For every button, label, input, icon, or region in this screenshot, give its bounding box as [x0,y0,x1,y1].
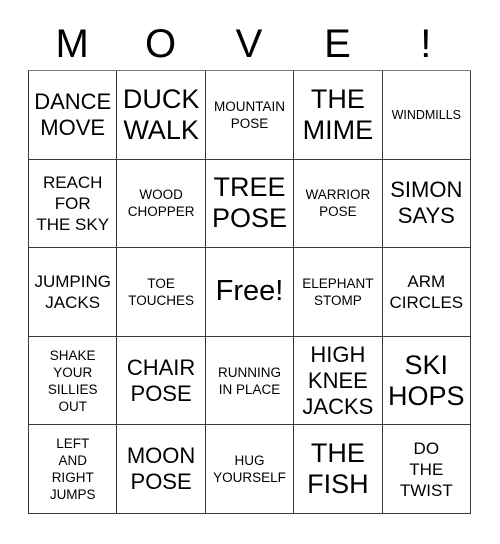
bingo-cell-label: SKI HOPS [388,349,465,411]
bingo-cell[interactable]: HIGH KNEE JACKS [294,336,383,426]
bingo-cell-label: DANCE MOVE [34,88,112,140]
bingo-cell-label: WINDMILLS [391,107,462,122]
bingo-header-letter: E [324,22,351,66]
bingo-cell[interactable]: ELEPHANT STOMP [294,248,383,337]
bingo-cell-label: TOE TOUCHES [128,275,194,308]
bingo-header-letter: O [145,22,177,66]
bingo-cell-label: ELEPHANT STOMP [302,275,374,308]
bingo-card: M O V E! DANCE MOVE DUCK WALK MOUNTAIN POSE TH… [0,0,500,544]
bingo-cell-label: WOOD CHOPPER [127,187,195,220]
bingo-header-letter: M [55,22,89,66]
bingo-cell-label: LEFT AND RIGHT JUMPS [49,436,96,503]
bingo-cell[interactable]: LEFT AND RIGHT JUMPS [29,425,118,514]
bingo-cell-label: SHAKE YOUR SILLIES OUT [47,347,98,414]
bingo-cell[interactable]: WARRIOR POSE [294,159,383,249]
bingo-cell-label: CHAIR POSE [126,354,196,406]
bingo-cell-label: ARM CIRCLES [389,271,464,312]
bingo-cell[interactable]: DUCK WALK [117,71,206,160]
bingo-cell-label: RUNNING IN PLACE [217,364,281,397]
bingo-cell[interactable]: MOON POSE [117,425,206,514]
bingo-cell-label: REACH FOR THE SKY [36,172,110,234]
bingo-cell[interactable]: SIMON SAYS [382,159,471,249]
bingo-cell[interactable]: WOOD CHOPPER [117,159,206,249]
bingo-cell-label: Free! [215,275,284,308]
bingo-cell[interactable]: RUNNING IN PLACE [205,336,295,426]
bingo-cell[interactable]: SHAKE YOUR SILLIES OUT [29,336,118,426]
bingo-cell-label: HIGH KNEE JACKS [302,341,374,419]
bingo-cell[interactable]: ARM CIRCLES [382,248,471,337]
bingo-cell-label: JUMPING JACKS [34,271,111,312]
bingo-cell[interactable]: THE FISH [294,425,383,514]
bingo-cell[interactable]: SKI HOPS [382,336,471,426]
bingo-header-letter: V [235,22,263,66]
bingo-cell-label: THE FISH [307,438,369,500]
bingo-cell[interactable]: TOE TOUCHES [117,248,206,337]
bingo-cell[interactable]: THE MIME [294,71,383,160]
bingo-header-letter: ! [420,22,432,66]
bingo-cell[interactable]: WINDMILLS [382,71,471,160]
bingo-grid: DANCE MOVE DUCK WALK MOUNTAIN POSE THE MIME… [28,70,471,514]
bingo-cell-label: WARRIOR POSE [305,187,371,220]
bingo-cell[interactable]: TREE POSE [205,159,295,249]
bingo-cell[interactable]: DANCE MOVE [29,71,118,160]
bingo-free-cell[interactable]: Free! [205,248,295,337]
bingo-cell-label: DO THE TWIST [399,438,453,500]
bingo-cell-label: SIMON SAYS [390,177,463,229]
bingo-cell-label: DUCK WALK [122,83,200,145]
bingo-cell[interactable]: REACH FOR THE SKY [29,159,118,249]
bingo-cell[interactable]: CHAIR POSE [117,336,206,426]
bingo-cell[interactable]: MOUNTAIN POSE [205,71,295,160]
bingo-cell-label: MOON POSE [126,443,196,495]
bingo-header: M O V E! [28,18,470,70]
bingo-cell[interactable]: HUG YOURSELF [205,425,295,514]
bingo-cell-label: THE MIME [302,83,374,145]
bingo-cell[interactable]: JUMPING JACKS [29,248,118,337]
bingo-cell-label: MOUNTAIN POSE [213,98,285,131]
bingo-cell-label: TREE POSE [211,172,287,234]
bingo-cell[interactable]: DO THE TWIST [382,425,471,514]
bingo-cell-label: HUG YOURSELF [213,453,286,486]
